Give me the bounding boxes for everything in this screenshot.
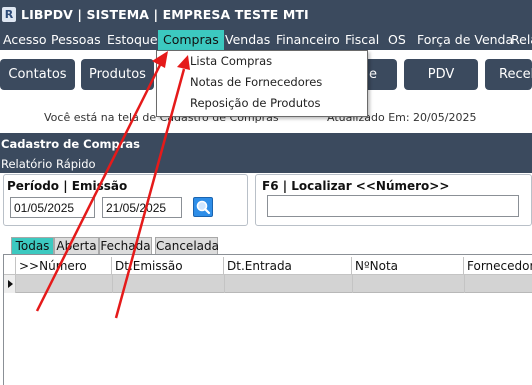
menu-bar: Acesso Pessoas Estoque Compras Vendas Fi… [0, 30, 532, 50]
column-num-nota[interactable]: NºNota [352, 257, 464, 275]
menu-acesso[interactable]: Acesso [3, 32, 47, 48]
tab-todas[interactable]: Todas [11, 237, 54, 254]
menu-item-notas-fornecedores[interactable]: Notas de Fornecedores [190, 75, 322, 89]
menu-relatorios[interactable]: Rela [511, 32, 532, 48]
pdv-button[interactable]: PDV [404, 59, 478, 90]
magnifier-icon [196, 200, 211, 215]
window-title: LIBPDV | SISTEMA | EMPRESA TESTE MTI [21, 7, 309, 22]
triangle-right-icon [4, 275, 16, 293]
report-subtitle: Relatório Rápido [1, 157, 96, 171]
locate-label: F6 | Localizar <<Número>> [262, 179, 450, 193]
title-bar: R LIBPDV | SISTEMA | EMPRESA TESTE MTI [0, 0, 532, 30]
column-dt-emissao[interactable]: Dt.Emissão [112, 257, 224, 275]
menu-estoque[interactable]: Estoque [107, 32, 158, 48]
grid-corner [4, 257, 16, 275]
app-logo-icon: R [2, 7, 16, 22]
contatos-button[interactable]: Contatos [0, 59, 75, 90]
menu-fiscal[interactable]: Fiscal [345, 32, 379, 48]
column-numero[interactable]: >>Número [16, 257, 112, 275]
menu-pessoas[interactable]: Pessoas [51, 32, 101, 48]
menu-forca-de-venda[interactable]: Força de Venda [417, 32, 513, 48]
date-to-field[interactable] [102, 197, 182, 218]
search-button[interactable] [193, 197, 213, 217]
menu-item-reposicao-produtos[interactable]: Reposição de Produtos [190, 96, 321, 110]
recebimentos-button[interactable]: Receb [485, 59, 532, 90]
column-fornecedor[interactable]: Fornecedor [464, 257, 532, 275]
tab-aberta[interactable]: Aberta [54, 237, 99, 254]
menu-vendas[interactable]: Vendas [225, 32, 270, 48]
compras-dropdown-menu: Lista Compras Notas de Fornecedores Repo… [156, 50, 368, 117]
menu-os[interactable]: OS [388, 32, 406, 48]
tab-fechada[interactable]: Fechada [99, 237, 152, 254]
form-title: Cadastro de Compras [1, 137, 140, 151]
table-row[interactable] [4, 275, 532, 293]
tab-cancelada[interactable]: Cancelada [155, 237, 219, 254]
date-from-field[interactable] [10, 197, 95, 218]
locate-number-field[interactable] [267, 195, 519, 217]
grid-header: >>Número Dt.Emissão Dt.Entrada NºNota Fo… [4, 257, 532, 275]
report-subtitle-bar: Relatório Rápido [0, 155, 532, 173]
purchases-grid[interactable]: >>Número Dt.Emissão Dt.Entrada NºNota Fo… [3, 254, 532, 385]
form-title-bar: Cadastro de Compras [0, 133, 532, 155]
produtos-button[interactable]: Produtos [81, 59, 154, 90]
menu-item-lista-compras[interactable]: Lista Compras [190, 54, 272, 68]
menu-compras[interactable]: Compras [158, 30, 224, 50]
period-label: Período | Emissão [7, 179, 128, 193]
column-dt-entrada[interactable]: Dt.Entrada [224, 257, 352, 275]
menu-financeiro[interactable]: Financeiro [276, 32, 340, 48]
